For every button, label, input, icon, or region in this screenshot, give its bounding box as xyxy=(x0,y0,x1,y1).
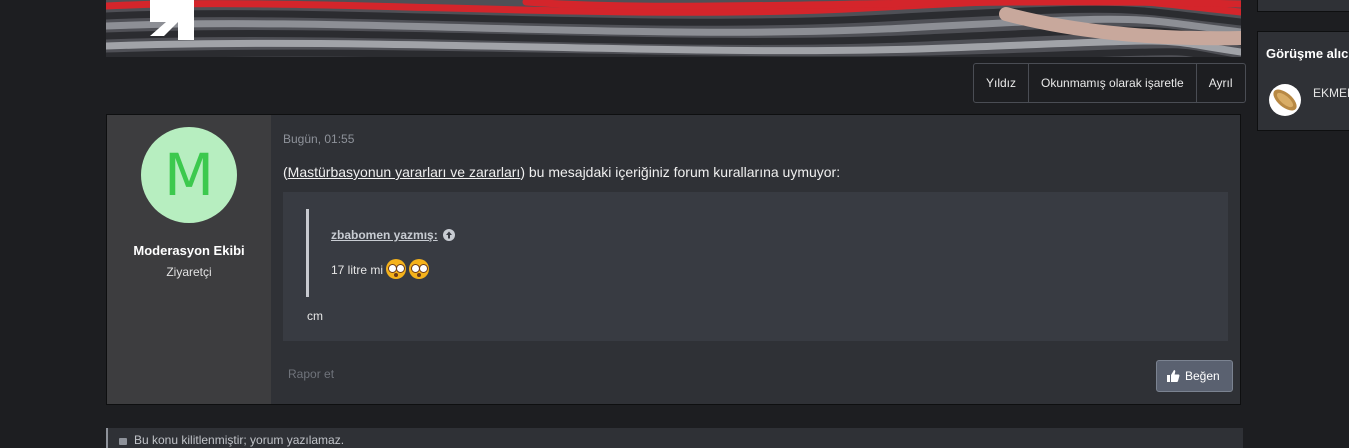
sidebar-top-block xyxy=(1257,0,1349,12)
conversation-recipients-panel: Görüşme alıcı EKMEK xyxy=(1257,31,1349,131)
message-user-column: M Moderasyon Ekibi Ziyaretçi xyxy=(107,115,271,404)
avatar[interactable]: M xyxy=(141,127,237,223)
locked-notice: Bu konu kilitlenmiştir; yorum yazılamaz. xyxy=(106,428,1243,448)
message-date[interactable]: Bugün, 01:55 xyxy=(283,132,354,146)
user-title: Ziyaretçi xyxy=(166,265,212,279)
flushed-face-emoji-icon xyxy=(409,259,430,279)
locked-notice-text: Bu konu kilitlenmiştir; yorum yazılamaz. xyxy=(134,433,345,447)
message-body: (Mastürbasyonun yararları ve zararları) … xyxy=(283,164,840,180)
like-button[interactable]: Beğen xyxy=(1156,360,1233,392)
thread-actions: Yıldız Okunmamış olarak işaretle Ayrıl xyxy=(973,63,1246,103)
quote-tail-text: cm xyxy=(307,309,323,323)
quote-author-label: zbabomen yazmış: xyxy=(331,228,438,242)
body-suffix: ) bu mesajdaki içeriğiniz forum kurallar… xyxy=(520,164,841,180)
participant-name[interactable]: EKMEK xyxy=(1313,86,1349,100)
message-content: Bugün, 01:55 (Mastürbasyonun yararları v… xyxy=(271,115,1240,404)
forum-banner xyxy=(106,0,1241,57)
arrow-up-circle-icon[interactable] xyxy=(442,229,455,241)
report-link[interactable]: Rapor et xyxy=(288,367,334,381)
thumbs-up-icon xyxy=(1167,370,1180,382)
quote-author-link[interactable]: zbabomen yazmış: xyxy=(331,228,455,242)
participant-avatar[interactable] xyxy=(1269,84,1301,116)
flushed-face-emoji-icon xyxy=(386,259,407,279)
leave-button[interactable]: Ayrıl xyxy=(1197,64,1245,102)
quote-text: 17 litre mi xyxy=(331,259,430,279)
message-post: M Moderasyon Ekibi Ziyaretçi Bugün, 01:5… xyxy=(106,114,1241,405)
star-button[interactable]: Yıldız xyxy=(974,64,1030,102)
quote-text-label: 17 litre mi xyxy=(331,263,384,277)
thread-link[interactable]: Mastürbasyonun yararları ve zararları xyxy=(288,164,521,180)
nested-quote: zbabomen yazmış: 17 litre mi xyxy=(306,209,1209,297)
panel-title: Görüşme alıcı xyxy=(1266,46,1349,61)
username[interactable]: Moderasyon Ekibi xyxy=(107,243,271,258)
mark-unread-button[interactable]: Okunmamış olarak işaretle xyxy=(1029,64,1197,102)
like-label: Beğen xyxy=(1185,369,1220,383)
quote-block: zbabomen yazmış: 17 litre mi cm xyxy=(283,192,1228,341)
